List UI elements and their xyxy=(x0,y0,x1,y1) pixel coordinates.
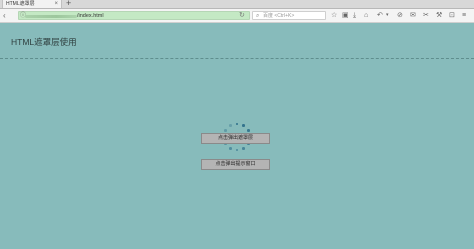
spinner-dot xyxy=(247,129,250,132)
screenshot-icon[interactable]: ✂ xyxy=(423,11,429,20)
browser-tab[interactable]: HTML遮罩层 × xyxy=(2,0,62,8)
home-icon[interactable]: ⌂ xyxy=(364,11,368,20)
chat-icon[interactable]: ✉ xyxy=(410,11,416,20)
search-icon: ⌕ xyxy=(256,13,260,19)
spinner-dot xyxy=(242,124,245,127)
spinner-dot xyxy=(229,124,232,127)
new-tab-icon[interactable]: + xyxy=(66,0,71,8)
show-mask-button[interactable]: 点击弹出遮罩层 xyxy=(201,133,270,144)
tab-close-icon[interactable]: × xyxy=(54,0,58,8)
undo-icon[interactable]: ↶ xyxy=(377,11,383,20)
reload-icon[interactable]: ↻ xyxy=(239,11,245,20)
spinner-dot xyxy=(224,129,227,132)
bookmark-star-icon[interactable]: ☆ xyxy=(331,11,337,20)
url-text: /index.html xyxy=(77,13,104,19)
address-bar[interactable]: ⓘ /index.html xyxy=(18,11,250,20)
menu-icon[interactable]: ≡ xyxy=(462,11,466,20)
url-host-obscured xyxy=(25,15,77,18)
search-placeholder: 百度 <Ctrl+K> xyxy=(263,13,295,19)
back-icon[interactable]: ‹ xyxy=(3,11,6,20)
spinner-dot xyxy=(235,148,239,152)
chevron-down-icon[interactable]: ▾ xyxy=(386,11,389,20)
download-icon[interactable]: ⤓ xyxy=(353,11,356,20)
reading-list-icon[interactable]: ▣ xyxy=(342,11,349,20)
page-title: HTML遮罩层使用 xyxy=(11,37,77,47)
spinner-dot xyxy=(229,147,232,150)
show-popup-button[interactable]: 点击弹出提示窗口 xyxy=(201,159,270,170)
spinner-dot xyxy=(235,122,239,126)
browser-toolbar: ‹ ⓘ /index.html ↻ ⌕ 百度 <Ctrl+K> ☆ ▣ ⤓ ⌂ … xyxy=(0,9,474,23)
search-input[interactable]: ⌕ 百度 <Ctrl+K> xyxy=(252,11,326,20)
tools-icon[interactable]: ⚒ xyxy=(436,11,442,20)
block-icon[interactable]: ⊘ xyxy=(397,11,403,20)
spinner-dot xyxy=(242,147,245,150)
tab-title: HTML遮罩层 xyxy=(6,1,35,7)
page-header: HTML遮罩层使用 xyxy=(0,23,474,59)
extension-icon[interactable]: ⊡ xyxy=(449,11,455,20)
tab-bar: HTML遮罩层 × + xyxy=(0,0,474,9)
